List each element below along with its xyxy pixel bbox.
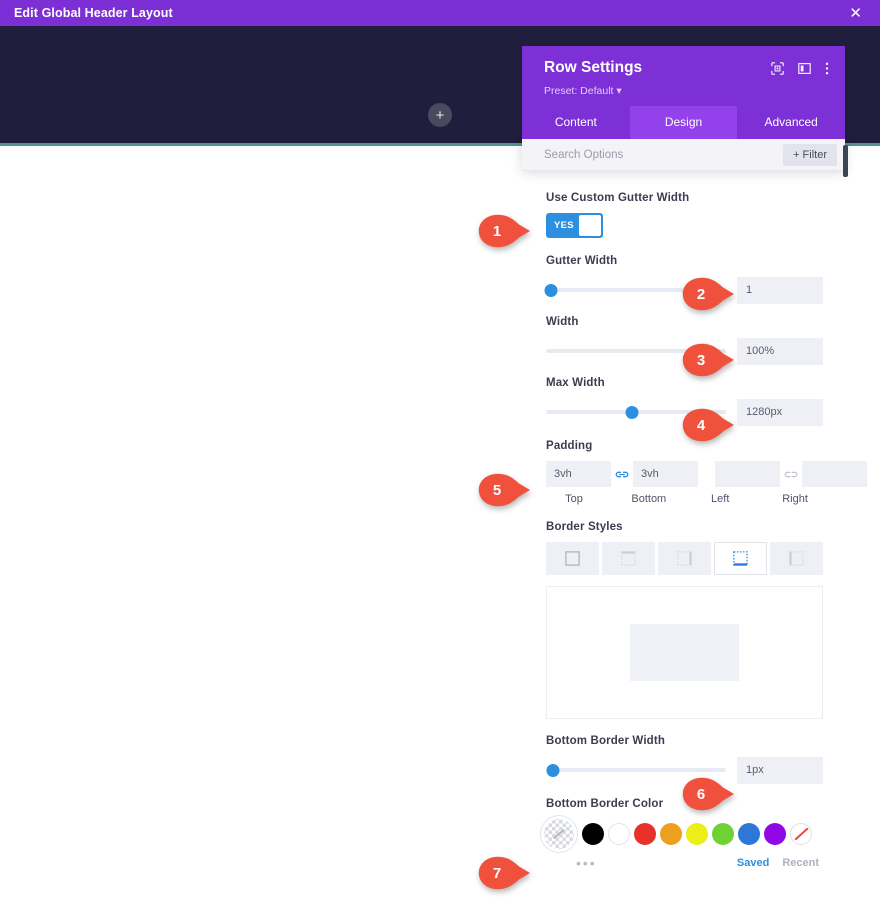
filter-button[interactable]: + Filter	[783, 143, 837, 166]
callout-marker-4: 4	[682, 408, 735, 442]
border-all-icon[interactable]	[546, 542, 599, 575]
padding-bottom-label: Bottom	[631, 493, 667, 505]
target-icon[interactable]	[771, 62, 784, 80]
padding-left-input[interactable]	[715, 461, 780, 487]
recent-colors-link[interactable]: Recent	[782, 857, 819, 869]
padding-right-label: Right	[782, 493, 808, 505]
option-padding: Padding 3vh 3vh Top Bottom Left Right	[546, 440, 867, 505]
color-picker-swatch[interactable]	[544, 819, 574, 849]
tab-design[interactable]: Design	[629, 106, 738, 139]
callout-marker-5: 5	[478, 473, 531, 507]
gutter-width-value[interactable]: 1	[737, 276, 823, 304]
row-settings-modal: Row Settings Preset: Default ▾ Content D…	[522, 46, 845, 171]
border-top-icon[interactable]	[602, 542, 655, 575]
filter-label: Filter	[802, 148, 827, 161]
callout-number: 6	[696, 785, 706, 803]
window-titlebar: Edit Global Header Layout ✕	[0, 0, 880, 26]
callout-marker-1: 1	[478, 214, 531, 248]
window-title: Edit Global Header Layout	[14, 6, 173, 20]
padding-top-input[interactable]: 3vh	[546, 461, 611, 487]
callout-marker-7: 7	[478, 856, 531, 890]
callout-marker-3: 3	[682, 343, 735, 377]
search-input[interactable]	[544, 148, 784, 161]
border-preview-panel	[546, 586, 823, 719]
border-right-icon[interactable]	[658, 542, 711, 575]
tab-advanced[interactable]: Advanced	[737, 106, 845, 139]
color-swatch-row	[544, 819, 823, 849]
toggle-knob	[578, 215, 601, 236]
option-label: Width	[546, 316, 579, 328]
modal-title: Row Settings	[544, 59, 643, 76]
swatch-black[interactable]	[582, 823, 604, 845]
more-colors-icon[interactable]: •••	[576, 856, 597, 870]
slider-knob[interactable]	[546, 763, 560, 777]
plus-icon: +	[793, 148, 800, 161]
swatch-white[interactable]	[608, 823, 630, 845]
border-bottom-icon[interactable]	[714, 542, 768, 575]
link-connected-icon[interactable]	[611, 469, 633, 480]
swatch-red[interactable]	[634, 823, 656, 845]
option-use-custom-gutter-width: Use Custom Gutter Width YES	[546, 192, 823, 238]
callout-number: 5	[492, 481, 502, 499]
swatch-yellow[interactable]	[686, 823, 708, 845]
option-label: Bottom Border Width	[546, 735, 666, 747]
callout-number: 3	[696, 351, 706, 369]
padding-bottom-input[interactable]: 3vh	[633, 461, 698, 487]
slider-knob[interactable]	[625, 405, 639, 419]
border-preview-box	[630, 624, 739, 681]
slider-track	[546, 768, 726, 772]
preset-selector[interactable]: Preset: Default ▾	[544, 85, 829, 97]
tab-content[interactable]: Content	[522, 106, 630, 139]
swatch-green[interactable]	[712, 823, 734, 845]
option-border-styles: Border Styles	[546, 521, 824, 719]
kebab-menu-icon[interactable]	[825, 61, 829, 81]
option-label: Use Custom Gutter Width	[546, 192, 690, 204]
saved-colors-link[interactable]: Saved	[737, 857, 769, 869]
bottom-border-width-value[interactable]: 1px	[737, 756, 823, 784]
modal-scrollbar[interactable]	[843, 145, 848, 177]
padding-top-label: Top	[565, 493, 583, 505]
modal-header-actions	[771, 61, 829, 81]
callout-number: 7	[492, 864, 502, 882]
modal-header: Row Settings Preset: Default ▾	[522, 46, 845, 106]
screen-root: Edit Global Header Layout ✕ + Row Settin…	[0, 0, 880, 920]
gutter-width-toggle[interactable]: YES	[546, 213, 603, 238]
link-broken-icon[interactable]	[780, 469, 802, 480]
option-label: Border Styles	[546, 521, 623, 533]
callout-number: 1	[492, 222, 502, 240]
swatch-orange[interactable]	[660, 823, 682, 845]
plus-icon: +	[435, 106, 445, 124]
layout-columns-icon[interactable]	[798, 62, 811, 80]
width-value[interactable]: 100%	[737, 337, 823, 365]
slider-knob[interactable]	[544, 283, 558, 297]
padding-left-label: Left	[711, 493, 730, 505]
modal-tabs: Content Design Advanced	[522, 106, 845, 139]
callout-number: 4	[696, 416, 706, 434]
swatch-blue[interactable]	[738, 823, 760, 845]
callout-marker-2: 2	[682, 277, 735, 311]
option-label: Gutter Width	[546, 255, 618, 267]
close-icon[interactable]: ✕	[845, 4, 866, 23]
option-label: Max Width	[546, 377, 605, 389]
padding-right-input[interactable]	[802, 461, 867, 487]
add-row-button[interactable]: +	[428, 103, 452, 127]
border-left-icon[interactable]	[770, 542, 824, 575]
toggle-state-label: YES	[554, 220, 574, 231]
callout-number: 2	[696, 285, 706, 303]
swatch-none[interactable]	[790, 823, 812, 845]
swatch-purple[interactable]	[764, 823, 786, 845]
search-bar: +Filter	[522, 139, 845, 171]
callout-marker-6: 6	[682, 777, 735, 811]
max-width-value[interactable]: 1280px	[737, 398, 823, 426]
